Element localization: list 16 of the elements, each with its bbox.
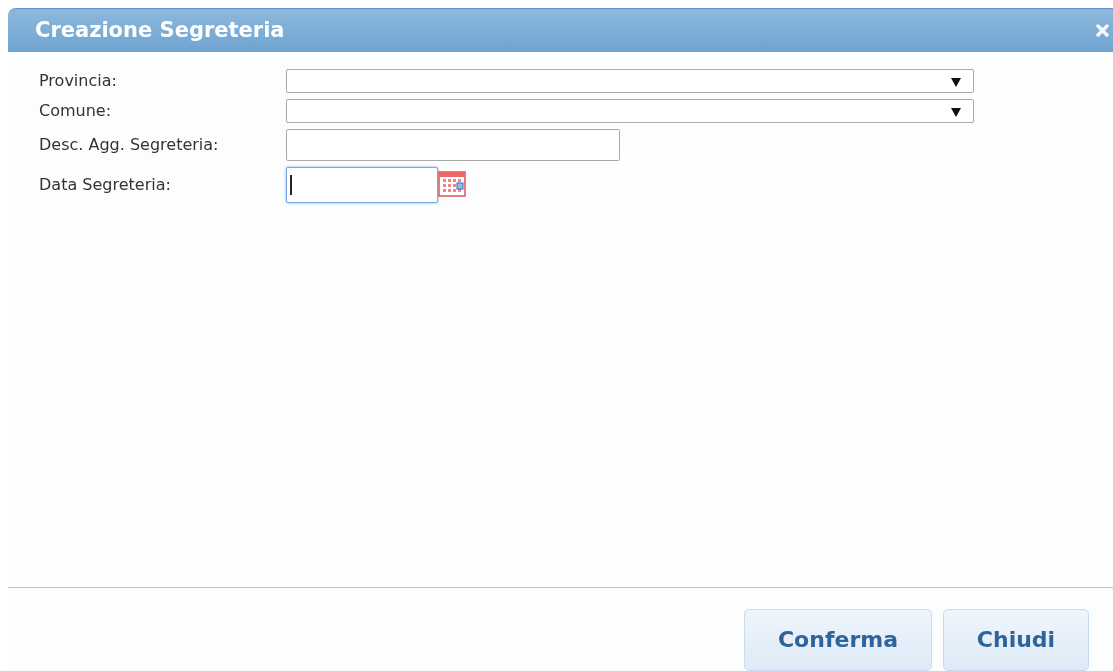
text-cursor <box>290 175 292 195</box>
caret-icon <box>951 78 961 87</box>
dropdown-field[interactable] <box>286 69 974 93</box>
dialog-button[interactable]: Conferma <box>744 609 932 671</box>
calendar-icon[interactable] <box>438 171 466 197</box>
dialog-title: Creazione Segreteria <box>35 16 285 44</box>
input-field[interactable] <box>286 129 620 161</box>
close-icon[interactable] <box>1096 24 1109 37</box>
field-label: Data Segreteria: <box>39 174 172 196</box>
dialog-button[interactable]: Chiudi <box>943 609 1089 671</box>
field-label: Comune: <box>39 100 113 122</box>
date-field[interactable] <box>286 167 438 203</box>
dropdown-field[interactable] <box>286 99 974 123</box>
field-label: Provincia: <box>39 70 118 92</box>
caret-icon <box>951 108 961 117</box>
field-label: Desc. Agg. Segreteria: <box>39 134 220 156</box>
